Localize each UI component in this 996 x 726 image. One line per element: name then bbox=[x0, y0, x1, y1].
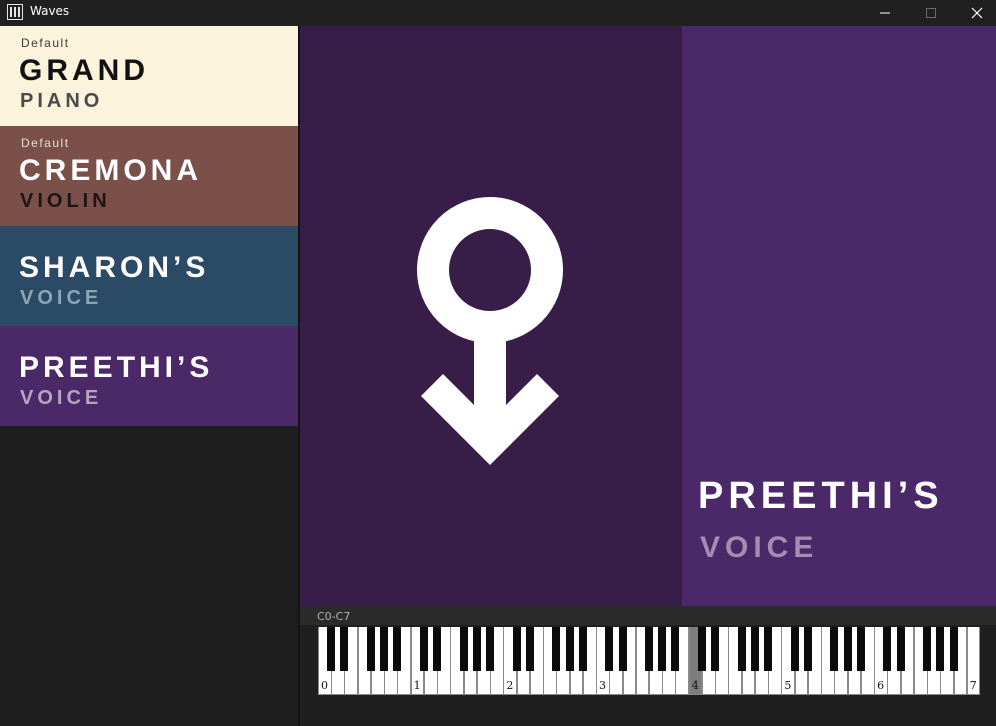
default-tag: Default bbox=[21, 136, 70, 150]
black-key[interactable] bbox=[843, 627, 852, 671]
black-key[interactable] bbox=[883, 627, 892, 671]
piano-keyboard[interactable]: 0 1 2 3 4 5 6 7 bbox=[318, 627, 981, 695]
instrument-type: VOICE bbox=[20, 287, 103, 309]
black-key[interactable] bbox=[750, 627, 759, 671]
black-key[interactable] bbox=[645, 627, 653, 671]
octave-label: 4 bbox=[691, 679, 699, 692]
instrument-type: VIOLIN bbox=[20, 190, 111, 212]
app-logo-icon bbox=[7, 4, 23, 20]
black-key[interactable] bbox=[856, 627, 865, 671]
black-key[interactable] bbox=[936, 627, 945, 671]
instrument-name: CREMONA bbox=[19, 154, 202, 187]
black-key[interactable] bbox=[618, 627, 627, 671]
black-key[interactable] bbox=[697, 627, 706, 671]
gender-symbol-icon bbox=[417, 197, 563, 465]
octave-label: 0 bbox=[321, 679, 328, 692]
instrument-name: GRAND bbox=[19, 54, 149, 87]
black-key[interactable] bbox=[605, 627, 614, 671]
black-key[interactable] bbox=[366, 627, 375, 671]
black-key[interactable] bbox=[949, 627, 958, 671]
minimize-button[interactable] bbox=[862, 0, 908, 26]
maximize-icon bbox=[926, 8, 936, 18]
octave-label: 6 bbox=[877, 679, 885, 692]
black-key[interactable] bbox=[737, 627, 746, 671]
black-key[interactable] bbox=[671, 627, 680, 671]
instrument-type: VOICE bbox=[20, 387, 103, 409]
black-key[interactable] bbox=[380, 627, 389, 671]
instrument-sidebar: Default GRAND PIANO Default CREMONA VIOL… bbox=[0, 26, 298, 726]
black-key[interactable] bbox=[790, 627, 799, 671]
window-title: Waves bbox=[30, 4, 70, 18]
black-key[interactable] bbox=[711, 627, 720, 671]
default-tag: Default bbox=[21, 36, 70, 50]
black-key[interactable] bbox=[419, 627, 428, 671]
octave-label: 2 bbox=[506, 679, 514, 692]
black-key[interactable] bbox=[459, 627, 468, 671]
black-key[interactable] bbox=[896, 627, 905, 671]
black-key[interactable] bbox=[565, 627, 574, 671]
black-key[interactable] bbox=[486, 627, 495, 671]
instrument-name: PREETHI’S bbox=[19, 351, 214, 384]
close-button[interactable] bbox=[954, 0, 996, 26]
instrument-name: SHARON’S bbox=[19, 251, 210, 284]
hero-title-panel bbox=[682, 26, 996, 606]
octave-label: 3 bbox=[599, 679, 607, 692]
black-key[interactable] bbox=[525, 627, 534, 671]
selected-instrument-subtitle: VOICE bbox=[700, 531, 819, 564]
instrument-card-preethis-voice[interactable]: PREETHI’S VOICE bbox=[0, 326, 298, 426]
black-key[interactable] bbox=[803, 627, 812, 671]
black-key[interactable] bbox=[830, 627, 839, 671]
octave-label: 1 bbox=[413, 679, 421, 692]
instrument-card-cremona-violin[interactable]: Default CREMONA VIOLIN bbox=[0, 126, 298, 226]
selected-instrument-title: PREETHI’S bbox=[698, 475, 944, 517]
black-key[interactable] bbox=[327, 627, 336, 671]
black-key[interactable] bbox=[512, 627, 521, 671]
title-bar: Waves bbox=[0, 0, 996, 26]
black-key[interactable] bbox=[764, 627, 773, 671]
instrument-card-grand-piano[interactable]: Default GRAND PIANO bbox=[0, 26, 298, 126]
instrument-card-sharons-voice[interactable]: SHARON’S VOICE bbox=[0, 226, 298, 326]
instrument-type: PIANO bbox=[20, 90, 104, 112]
black-key[interactable] bbox=[340, 627, 349, 671]
black-key[interactable] bbox=[658, 627, 667, 671]
black-key[interactable] bbox=[578, 627, 587, 671]
octave-label: 5 bbox=[784, 679, 792, 692]
black-key[interactable] bbox=[923, 627, 932, 671]
black-key[interactable] bbox=[433, 627, 442, 671]
black-key[interactable] bbox=[472, 627, 481, 671]
black-key[interactable] bbox=[552, 627, 561, 671]
close-icon bbox=[971, 7, 983, 19]
black-key[interactable] bbox=[393, 627, 402, 671]
octave-label: 7 bbox=[969, 679, 977, 692]
keyboard-range-label: C0-C7 bbox=[317, 610, 351, 623]
minimize-icon bbox=[880, 12, 890, 14]
maximize-button[interactable] bbox=[908, 0, 954, 26]
